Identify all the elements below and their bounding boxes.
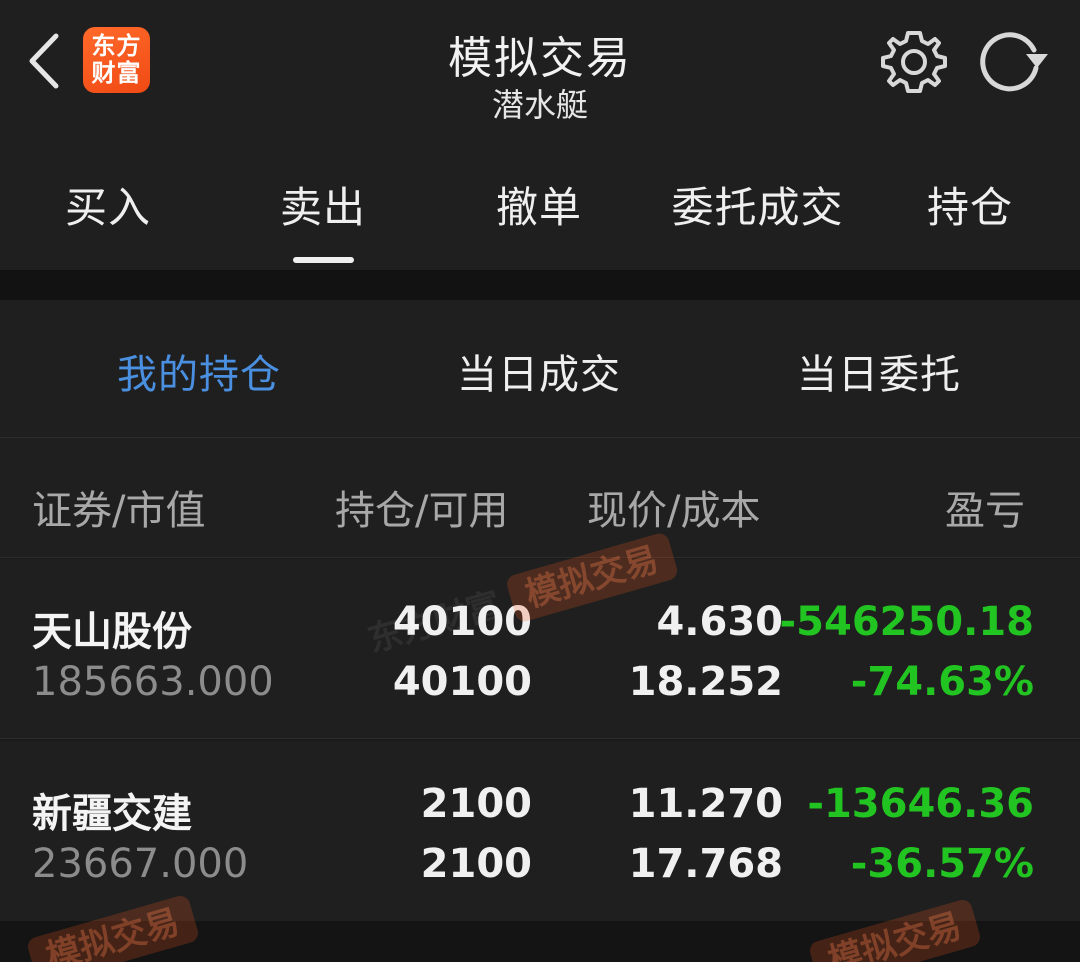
col-price: 现价/成本 <box>587 488 761 534</box>
position-qty: 2100 <box>420 781 532 827</box>
gear-icon <box>881 31 947 93</box>
table-row[interactable]: 天山股份 185663.000 40100 40100 4.630 18.252… <box>0 559 1080 739</box>
table-row[interactable]: 新疆交建 23667.000 2100 2100 11.270 17.768 -… <box>0 741 1080 921</box>
subtab-today-trades[interactable]: 当日成交 <box>457 342 621 400</box>
pnl-amount: -546250.18 <box>779 599 1034 645</box>
current-price: 11.270 <box>628 781 783 827</box>
market-value: 23667.000 <box>32 841 249 887</box>
tab-orders-trades[interactable]: 委托成交 <box>660 174 855 234</box>
tab-sell[interactable]: 卖出 <box>259 174 387 234</box>
refresh-button[interactable] <box>976 28 1052 96</box>
refresh-icon <box>980 32 1048 92</box>
top-bar: 东方 财富 模拟交易 潜水艇 <box>0 0 1080 140</box>
col-pnl: 盈亏 <box>945 488 1025 534</box>
holdings-table-header: 证券/市值 持仓/可用 现价/成本 盈亏 <box>0 438 1080 558</box>
bottom-area <box>0 921 1080 962</box>
section-divider <box>0 270 1080 300</box>
subtab-today-orders[interactable]: 当日委托 <box>797 342 961 400</box>
app-root: 东方 财富 模拟交易 潜水艇 买入 卖出 撤单 委托成交 持仓 我的持仓 当日成… <box>0 0 1080 962</box>
tab-cancel-order[interactable]: 撤单 <box>475 174 603 234</box>
main-tab-bar: 买入 卖出 撤单 委托成交 持仓 <box>0 140 1080 270</box>
stock-name: 天山股份 <box>32 609 192 655</box>
stock-name: 新疆交建 <box>32 791 192 837</box>
tab-buy[interactable]: 买入 <box>44 174 172 234</box>
position-qty: 40100 <box>392 599 532 645</box>
subtab-my-holdings[interactable]: 我的持仓 <box>117 342 281 400</box>
sub-tab-bar: 我的持仓 当日成交 当日委托 <box>0 300 1080 438</box>
tab-positions[interactable]: 持仓 <box>906 174 1034 234</box>
pnl-amount: -13646.36 <box>807 781 1034 827</box>
current-price: 4.630 <box>656 599 783 645</box>
pnl-percent: -74.63% <box>850 659 1034 705</box>
settings-button[interactable] <box>880 28 948 96</box>
available-qty: 40100 <box>392 659 532 705</box>
col-security: 证券/市值 <box>32 488 206 534</box>
market-value: 185663.000 <box>32 659 274 705</box>
available-qty: 2100 <box>420 841 532 887</box>
active-tab-indicator <box>293 257 354 263</box>
pnl-percent: -36.57% <box>850 841 1034 887</box>
cost-price: 18.252 <box>628 659 783 705</box>
cost-price: 17.768 <box>628 841 783 887</box>
col-position: 持仓/可用 <box>335 488 509 534</box>
